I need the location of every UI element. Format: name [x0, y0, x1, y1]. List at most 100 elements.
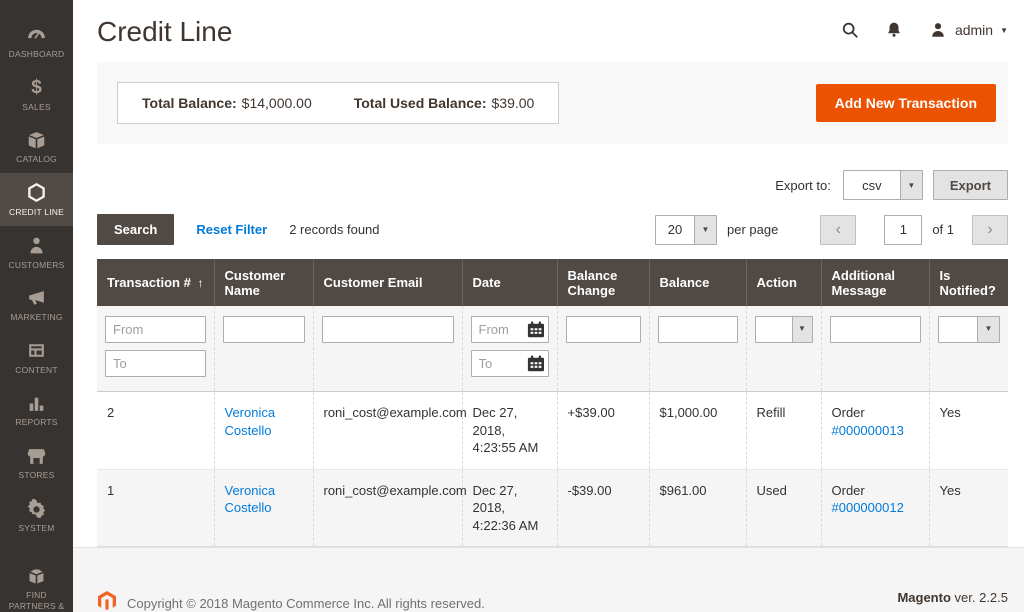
- table-header-row: ↑Transaction # Customer Name Customer Em…: [97, 259, 1008, 306]
- total-balance-label: Total Balance:: [142, 95, 237, 111]
- filter-action-value: [756, 317, 792, 342]
- column-header-customer-name[interactable]: Customer Name: [214, 259, 313, 306]
- page-count-label: of 1: [932, 222, 954, 237]
- reset-filter-link[interactable]: Reset Filter: [196, 222, 267, 237]
- sidebar-item-dashboard[interactable]: DASHBOARD: [0, 15, 73, 68]
- transactions-table: ↑Transaction # Customer Name Customer Em…: [97, 259, 1008, 547]
- cell-date: Dec 27, 2018, 4:23:55 AM: [462, 392, 557, 470]
- sidebar-item-credit-line[interactable]: CREDIT LINE: [0, 173, 73, 226]
- sidebar-item-label: MARKETING: [10, 312, 62, 323]
- brand-name: Magento: [897, 590, 950, 605]
- search-button[interactable]: Search: [97, 214, 174, 245]
- sidebar-item-find-partners[interactable]: FIND PARTNERS & EXTENSIONS: [0, 556, 73, 612]
- cell-transaction: 2: [97, 392, 214, 470]
- previous-page-button[interactable]: ‹: [820, 215, 856, 245]
- marketing-icon: [26, 287, 48, 309]
- filter-row: ▼ ▼: [97, 306, 1008, 392]
- current-page-input[interactable]: [884, 215, 922, 245]
- column-header-customer-email[interactable]: Customer Email: [313, 259, 462, 306]
- column-header-balance-change[interactable]: Balance Change: [557, 259, 649, 306]
- page-title: Credit Line: [97, 16, 232, 48]
- notifications-bell-icon[interactable]: [884, 20, 904, 40]
- sidebar-item-sales[interactable]: $ SALES: [0, 68, 73, 121]
- table-row[interactable]: 2 Veronica Costello roni_cost@example.co…: [97, 392, 1008, 470]
- export-format-select[interactable]: csv ▼: [843, 170, 923, 200]
- extensions-icon: [26, 565, 48, 587]
- sidebar-item-label: FIND PARTNERS & EXTENSIONS: [2, 590, 71, 612]
- filter-additional-message-input[interactable]: [830, 316, 921, 343]
- version-text: Magento ver. 2.2.5: [897, 590, 1008, 605]
- per-page-label: per page: [727, 222, 778, 237]
- sidebar-item-label: DASHBOARD: [9, 49, 65, 60]
- admin-username: admin: [955, 22, 993, 38]
- page-footer: Copyright © 2018 Magento Commerce Inc. A…: [73, 547, 1024, 612]
- admin-avatar-icon: [928, 20, 948, 40]
- column-header-additional-message[interactable]: Additional Message: [821, 259, 929, 306]
- sidebar-item-reports[interactable]: REPORTS: [0, 383, 73, 436]
- cell-additional-message: Order #000000012: [821, 469, 929, 547]
- column-header-balance[interactable]: Balance: [649, 259, 746, 306]
- filter-balance-input[interactable]: [658, 316, 738, 343]
- cell-action: Used: [746, 469, 821, 547]
- dashboard-icon: [26, 24, 48, 46]
- cell-balance: $1,000.00: [649, 392, 746, 470]
- sidebar-item-label: CREDIT LINE: [9, 207, 64, 218]
- filter-is-notified-select[interactable]: ▼: [938, 316, 1001, 343]
- total-balance: Total Balance: $14,000.00: [142, 95, 312, 111]
- customer-name-link[interactable]: Veronica Costello: [225, 483, 276, 516]
- cell-balance-change: +$39.00: [557, 392, 649, 470]
- export-button[interactable]: Export: [933, 170, 1008, 200]
- pagination-controls: 20 ▼ per page ‹ of 1 ›: [655, 215, 1008, 245]
- filter-is-notified-value: [939, 317, 978, 342]
- next-page-button[interactable]: ›: [972, 215, 1008, 245]
- admin-sidebar: DASHBOARD $ SALES CATALOG CREDIT LINE CU…: [0, 0, 73, 612]
- per-page-value: 20: [656, 216, 694, 244]
- order-number-link[interactable]: #000000012: [832, 500, 904, 515]
- column-header-is-notified[interactable]: Is Notified?: [929, 259, 1008, 306]
- sidebar-item-system[interactable]: SYSTEM: [0, 489, 73, 542]
- sidebar-item-label: CONTENT: [15, 365, 57, 376]
- add-new-transaction-button[interactable]: Add New Transaction: [816, 84, 996, 122]
- sidebar-item-label: CUSTOMERS: [9, 260, 65, 271]
- order-label: Order: [832, 404, 919, 422]
- sidebar-item-marketing[interactable]: MARKETING: [0, 278, 73, 331]
- customer-name-link[interactable]: Veronica Costello: [225, 405, 276, 438]
- table-row[interactable]: 1 Veronica Costello roni_cost@example.co…: [97, 469, 1008, 547]
- filter-balance-change-input[interactable]: [566, 316, 641, 343]
- cell-transaction: 1: [97, 469, 214, 547]
- chevron-down-icon: ▼: [1000, 26, 1008, 35]
- order-number-link[interactable]: #000000013: [832, 423, 904, 438]
- column-header-action[interactable]: Action: [746, 259, 821, 306]
- admin-menu[interactable]: admin ▼: [928, 20, 1008, 40]
- calendar-icon[interactable]: [527, 355, 545, 372]
- column-header-date[interactable]: Date: [462, 259, 557, 306]
- filter-customer-email-input[interactable]: [322, 316, 454, 343]
- sidebar-item-stores[interactable]: STORES: [0, 436, 73, 489]
- total-balance-value: $14,000.00: [242, 95, 312, 111]
- per-page-select[interactable]: 20 ▼: [655, 215, 717, 245]
- filter-action-select[interactable]: ▼: [755, 316, 813, 343]
- filter-transaction-from-input[interactable]: [105, 316, 206, 343]
- cell-is-notified: Yes: [929, 469, 1008, 547]
- cell-customer-email: roni_cost@example.com: [313, 392, 462, 470]
- calendar-icon[interactable]: [527, 321, 545, 338]
- page-header: Credit Line admin ▼: [73, 0, 1024, 62]
- chevron-down-icon: ▼: [694, 216, 716, 244]
- cell-balance-change: -$39.00: [557, 469, 649, 547]
- sidebar-item-content[interactable]: CONTENT: [0, 331, 73, 384]
- sidebar-item-catalog[interactable]: CATALOG: [0, 120, 73, 173]
- header-actions: admin ▼: [840, 20, 1008, 40]
- filter-customer-name-input[interactable]: [223, 316, 305, 343]
- sidebar-item-label: REPORTS: [15, 417, 57, 428]
- system-icon: [26, 498, 48, 520]
- customers-icon: [26, 235, 48, 257]
- chevron-down-icon: ▼: [900, 171, 922, 199]
- search-icon[interactable]: [840, 20, 860, 40]
- grid-toolbar: Search Reset Filter 2 records found 20 ▼…: [97, 214, 1008, 245]
- order-label: Order: [832, 482, 919, 500]
- column-header-transaction[interactable]: ↑Transaction #: [97, 259, 214, 306]
- balance-summary-box: Total Balance:$14,000.00 Total Used Bala…: [117, 82, 559, 124]
- sidebar-item-customers[interactable]: CUSTOMERS: [0, 226, 73, 279]
- sales-icon: $: [26, 77, 48, 99]
- filter-transaction-to-input[interactable]: [105, 350, 206, 377]
